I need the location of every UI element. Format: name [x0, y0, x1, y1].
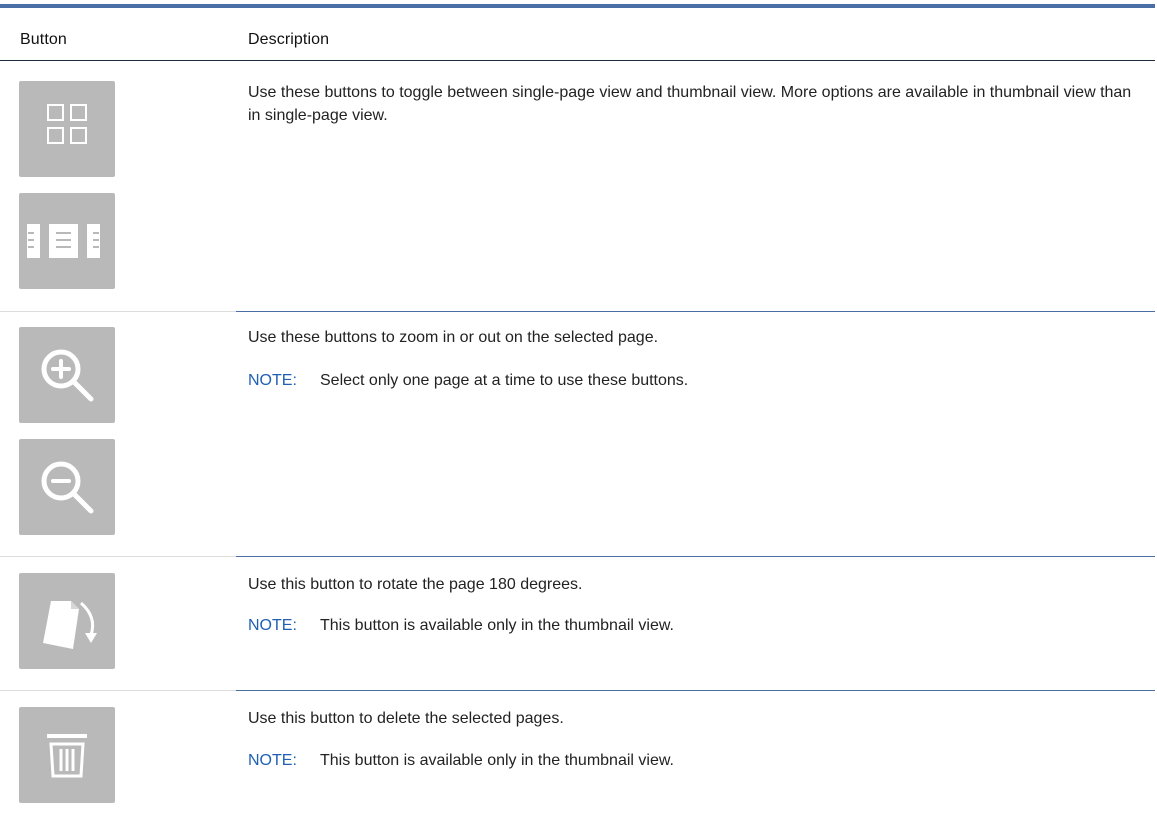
row-divider — [0, 311, 236, 312]
thumbnail-view-icon — [47, 104, 87, 144]
single-page-view-icon — [27, 224, 100, 258]
row-divider — [236, 311, 1155, 312]
row-4-description: Use this button to delete the selected p… — [248, 710, 564, 727]
trash-icon — [47, 734, 87, 778]
row-3-description: Use this button to rotate the page 180 d… — [248, 576, 583, 593]
zoom-in-button[interactable] — [19, 327, 115, 423]
row-2-description: Use these buttons to zoom in or out on t… — [248, 329, 659, 346]
row-divider — [236, 690, 1155, 691]
zoom-in-icon — [41, 349, 94, 402]
note-text: This button is available only in the thu… — [320, 752, 674, 769]
row-divider — [0, 556, 236, 557]
note-label: NOTE: — [248, 752, 297, 769]
table-header: Button Description — [0, 8, 1155, 61]
note-label: NOTE: — [248, 617, 297, 634]
row-1-description: Use these buttons to toggle between sing… — [248, 84, 1132, 124]
zoom-out-button[interactable] — [19, 439, 115, 535]
note-label: NOTE: — [248, 372, 297, 389]
zoom-out-icon — [41, 461, 94, 514]
row-2-note: NOTE: Select only one page at a time to u… — [248, 369, 1148, 392]
thumbnail-view-button[interactable] — [19, 81, 115, 177]
note-text: This button is available only in the thu… — [320, 617, 674, 634]
row-3-note: NOTE: This button is available only in th… — [248, 614, 1148, 637]
rotate-icon — [43, 601, 97, 649]
single-page-view-button[interactable] — [19, 193, 115, 289]
header-description: Description — [248, 31, 330, 48]
note-text: Select only one page at a time to use th… — [320, 372, 689, 389]
row-divider — [236, 556, 1155, 557]
header-button: Button — [20, 31, 67, 48]
row-divider — [0, 690, 236, 691]
row-4-note: NOTE: This button is available only in th… — [248, 749, 1148, 772]
delete-button[interactable] — [19, 707, 115, 803]
rotate-button[interactable] — [19, 573, 115, 669]
